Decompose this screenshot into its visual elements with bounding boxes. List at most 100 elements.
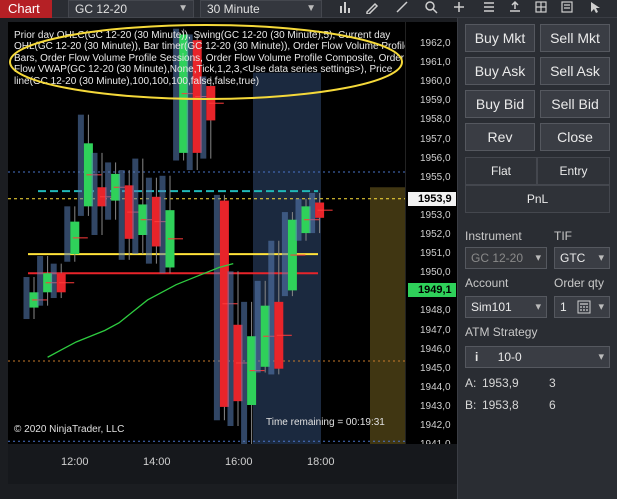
bid-price: 1953,8	[482, 398, 519, 412]
bar-volume-profile	[200, 76, 207, 159]
buy-market-button[interactable]: Buy Mkt	[465, 24, 535, 52]
price-tick-label: 1957,0	[420, 133, 451, 145]
ask-price: 1953,9	[482, 376, 519, 390]
price-tick-label: 1943,0	[420, 400, 451, 412]
price-tick-label: 1958,0	[420, 114, 451, 126]
atm-strategy-value: 10-0	[497, 350, 522, 364]
price-tick-label: 1944,0	[420, 381, 451, 393]
instrument-label: Instrument	[465, 229, 522, 243]
account-label: Account	[465, 276, 509, 290]
bar-chart-icon[interactable]	[337, 0, 355, 18]
bar-volume-profile	[213, 194, 220, 421]
price-tick-label: 1948,0	[420, 305, 451, 317]
chevron-down-icon: ▾	[598, 252, 604, 264]
price-tick-label: 1942,0	[420, 420, 451, 431]
price-tick-label: 1950,0	[420, 267, 451, 279]
bar-volume-profile	[105, 162, 112, 220]
pointer-icon[interactable]	[586, 0, 604, 18]
time-label: 12:00	[61, 456, 89, 468]
data-box-icon[interactable]	[558, 0, 576, 18]
entry-cell: Entry	[537, 157, 610, 185]
interval-selector[interactable]: 30 Minute ▼	[200, 0, 322, 18]
price-tick-label: 1959,0	[420, 95, 451, 107]
chevron-down-icon: ▾	[535, 252, 541, 264]
price-tick-label: 1960,0	[420, 76, 451, 88]
chevron-down-icon: ▾	[598, 351, 604, 363]
interval-selector-label: 30 Minute	[207, 2, 260, 16]
buy-bid-button[interactable]: Buy Bid	[465, 90, 535, 118]
bar-volume-profile	[50, 263, 57, 299]
atm-strategy-select[interactable]: i 10-0 ▾	[465, 346, 610, 368]
ask-qty: 3	[549, 376, 556, 390]
bar-volume-profile	[281, 212, 288, 297]
chevron-down-icon: ▾	[535, 301, 541, 313]
bar-volume-profile	[268, 240, 275, 375]
copyright-notice: © 2020 NinjaTrader, LLC	[14, 424, 125, 435]
price-tick-label: 1952,0	[420, 229, 451, 240]
chart-panel[interactable]: Prior day OHLC(GC 12-20 (30 Minute)), Sw…	[8, 22, 410, 469]
bar-volume-profile	[64, 206, 71, 262]
close-position-button[interactable]: Close	[540, 123, 610, 151]
bar-volume-profile	[254, 280, 261, 373]
price-tick-label: 1961,0	[420, 57, 451, 69]
indicator-legend: Prior day OHLC(GC 12-20 (30 Minute)), Sw…	[14, 30, 410, 87]
price-tick-label: 1945,0	[420, 362, 451, 374]
bar-volume-profile	[23, 277, 30, 320]
order-qty-stepper[interactable]: 1 ▾	[554, 296, 610, 318]
info-icon[interactable]: i	[475, 350, 478, 364]
price-tick-label: 1946,0	[420, 343, 451, 355]
price-axis[interactable]: 1962,0 1961,0 1960,0 1959,0 1958,0 1957,0 1956…	[405, 22, 457, 469]
tif-select-value: GTC	[560, 251, 586, 265]
instrument-selector[interactable]: GC 12-20 ▼	[68, 0, 194, 18]
sell-bid-button[interactable]: Sell Bid	[540, 90, 610, 118]
order-qty-label: Order qty	[554, 276, 605, 290]
pencil-icon[interactable]	[363, 0, 381, 18]
bar-volume-profile	[77, 114, 84, 216]
time-axis[interactable]: 12:00 14:00 16:00 18:00	[8, 444, 457, 484]
position-flat-cell: Flat	[465, 157, 537, 185]
order-qty-value: 1	[560, 300, 567, 314]
price-tick-label: 1956,0	[420, 152, 451, 164]
properties-icon[interactable]	[480, 0, 498, 18]
bar-volume-profile	[295, 198, 302, 241]
reverse-button[interactable]: Rev	[465, 123, 535, 151]
zoom-icon[interactable]	[422, 0, 440, 18]
chevron-down-icon: ▼	[306, 3, 316, 14]
bar-volume-profile	[91, 152, 98, 235]
chart-tab[interactable]: Chart	[0, 0, 52, 18]
bar-timer: Time remaining = 00:19:31	[266, 417, 385, 428]
tif-select[interactable]: GTC ▾	[554, 247, 610, 269]
last-price-badge: 1953,9	[408, 191, 456, 206]
bar-volume-profile	[309, 192, 316, 234]
atm-strategy-label: ATM Strategy	[465, 325, 538, 339]
time-label: 18:00	[307, 456, 335, 468]
chart-toolbar: Chart GC 12-20 ▼ 30 Minute ▼	[0, 0, 617, 18]
export-icon[interactable]	[506, 0, 524, 18]
sell-ask-button[interactable]: Sell Ask	[540, 57, 610, 85]
add-icon[interactable]	[450, 0, 468, 18]
pnl-cell: PnL	[465, 185, 610, 213]
bar-volume-profile	[37, 256, 44, 306]
price-tick-label: 1947,0	[420, 324, 451, 336]
composite-volume-profile	[370, 187, 405, 469]
chart-trader-panel: Buy Mkt Sell Mkt Buy Ask Sell Ask Buy Bi…	[457, 18, 617, 499]
tif-label: TIF	[554, 229, 572, 243]
account-select[interactable]: Sim101 ▾	[465, 296, 547, 318]
draw-line-icon[interactable]	[393, 0, 411, 18]
calculator-icon[interactable]	[577, 300, 591, 320]
time-label: 16:00	[225, 456, 253, 468]
price-tick-label: 1955,0	[420, 171, 451, 183]
chevron-down-icon[interactable]: ▾	[598, 297, 604, 317]
buy-ask-button[interactable]: Buy Ask	[465, 57, 535, 85]
sell-market-button[interactable]: Sell Mkt	[540, 24, 610, 52]
instrument-selector-label: GC 12-20	[75, 2, 128, 16]
current-price-badge: 1949,1	[408, 283, 456, 298]
ask-label: A:	[465, 376, 477, 390]
chart-window: Chart GC 12-20 ▼ 30 Minute ▼ Prior day O…	[0, 0, 617, 499]
chevron-down-icon: ▼	[178, 3, 188, 14]
account-select-value: Sim101	[471, 300, 512, 314]
price-tick-label: 1953,0	[420, 209, 451, 221]
bar-volume-profile	[241, 301, 248, 448]
bar-volume-profile	[159, 175, 166, 274]
properties-grid-icon[interactable]	[532, 0, 550, 18]
